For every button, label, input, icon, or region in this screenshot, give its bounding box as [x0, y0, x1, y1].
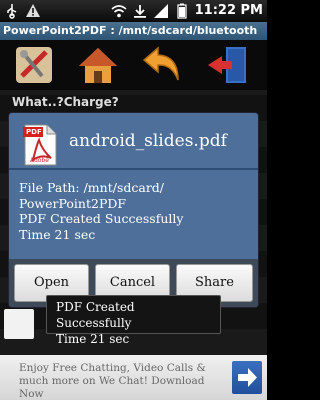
usb-icon	[4, 3, 20, 19]
toast-line: Time 21 sec	[56, 332, 130, 346]
status-bar: 11:22 PM	[0, 0, 267, 22]
exit-icon[interactable]	[206, 44, 250, 86]
warning-icon	[25, 3, 41, 19]
toast-message: PDF Created Successfully Time 21 sec	[46, 295, 221, 346]
pdf-created-dialog: PDF Adobe android_slides.pdf File Path: …	[9, 113, 258, 307]
back-arrow-icon[interactable]	[140, 44, 184, 86]
background-heading: What..?Charge?	[12, 95, 119, 109]
message-line: PDF Created Successfully	[19, 211, 184, 226]
dialog-title: android_slides.pdf	[69, 131, 227, 151]
message-line: Time 21 sec	[19, 226, 96, 242]
message-line: File Path: /mnt/sdcard/	[19, 180, 165, 195]
wifi-icon	[111, 3, 127, 19]
pdf-icon-brand: Adobe	[30, 157, 49, 164]
signal-icon	[153, 3, 169, 19]
home-icon[interactable]	[76, 44, 120, 86]
background-file-icon	[4, 309, 34, 339]
download-icon	[132, 3, 148, 19]
dialog-header: PDF Adobe android_slides.pdf	[9, 113, 258, 170]
pdf-icon-label: PDF	[26, 128, 42, 136]
app-title-bar: PowerPoint2PDF : /mnt/sdcard/bluetooth	[0, 22, 267, 40]
dialog-message: File Path: /mnt/sdcard/ PowerPoint2PDF P…	[9, 172, 258, 258]
settings-icon[interactable]	[12, 44, 56, 86]
arrow-right-icon[interactable]	[232, 361, 262, 394]
toast-line: PDF Created Successfully	[56, 300, 135, 330]
pdf-file-icon: PDF Adobe	[23, 124, 57, 166]
toolbar	[0, 40, 267, 90]
ad-text[interactable]: Enjoy Free Chatting, Video Calls & much …	[19, 362, 224, 400]
status-clock: 11:22 PM	[194, 3, 263, 18]
message-line: PowerPoint2PDF	[19, 195, 127, 211]
ad-banner[interactable]: Enjoy Free Chatting, Video Calls & much …	[0, 355, 267, 400]
battery-icon	[174, 3, 190, 19]
